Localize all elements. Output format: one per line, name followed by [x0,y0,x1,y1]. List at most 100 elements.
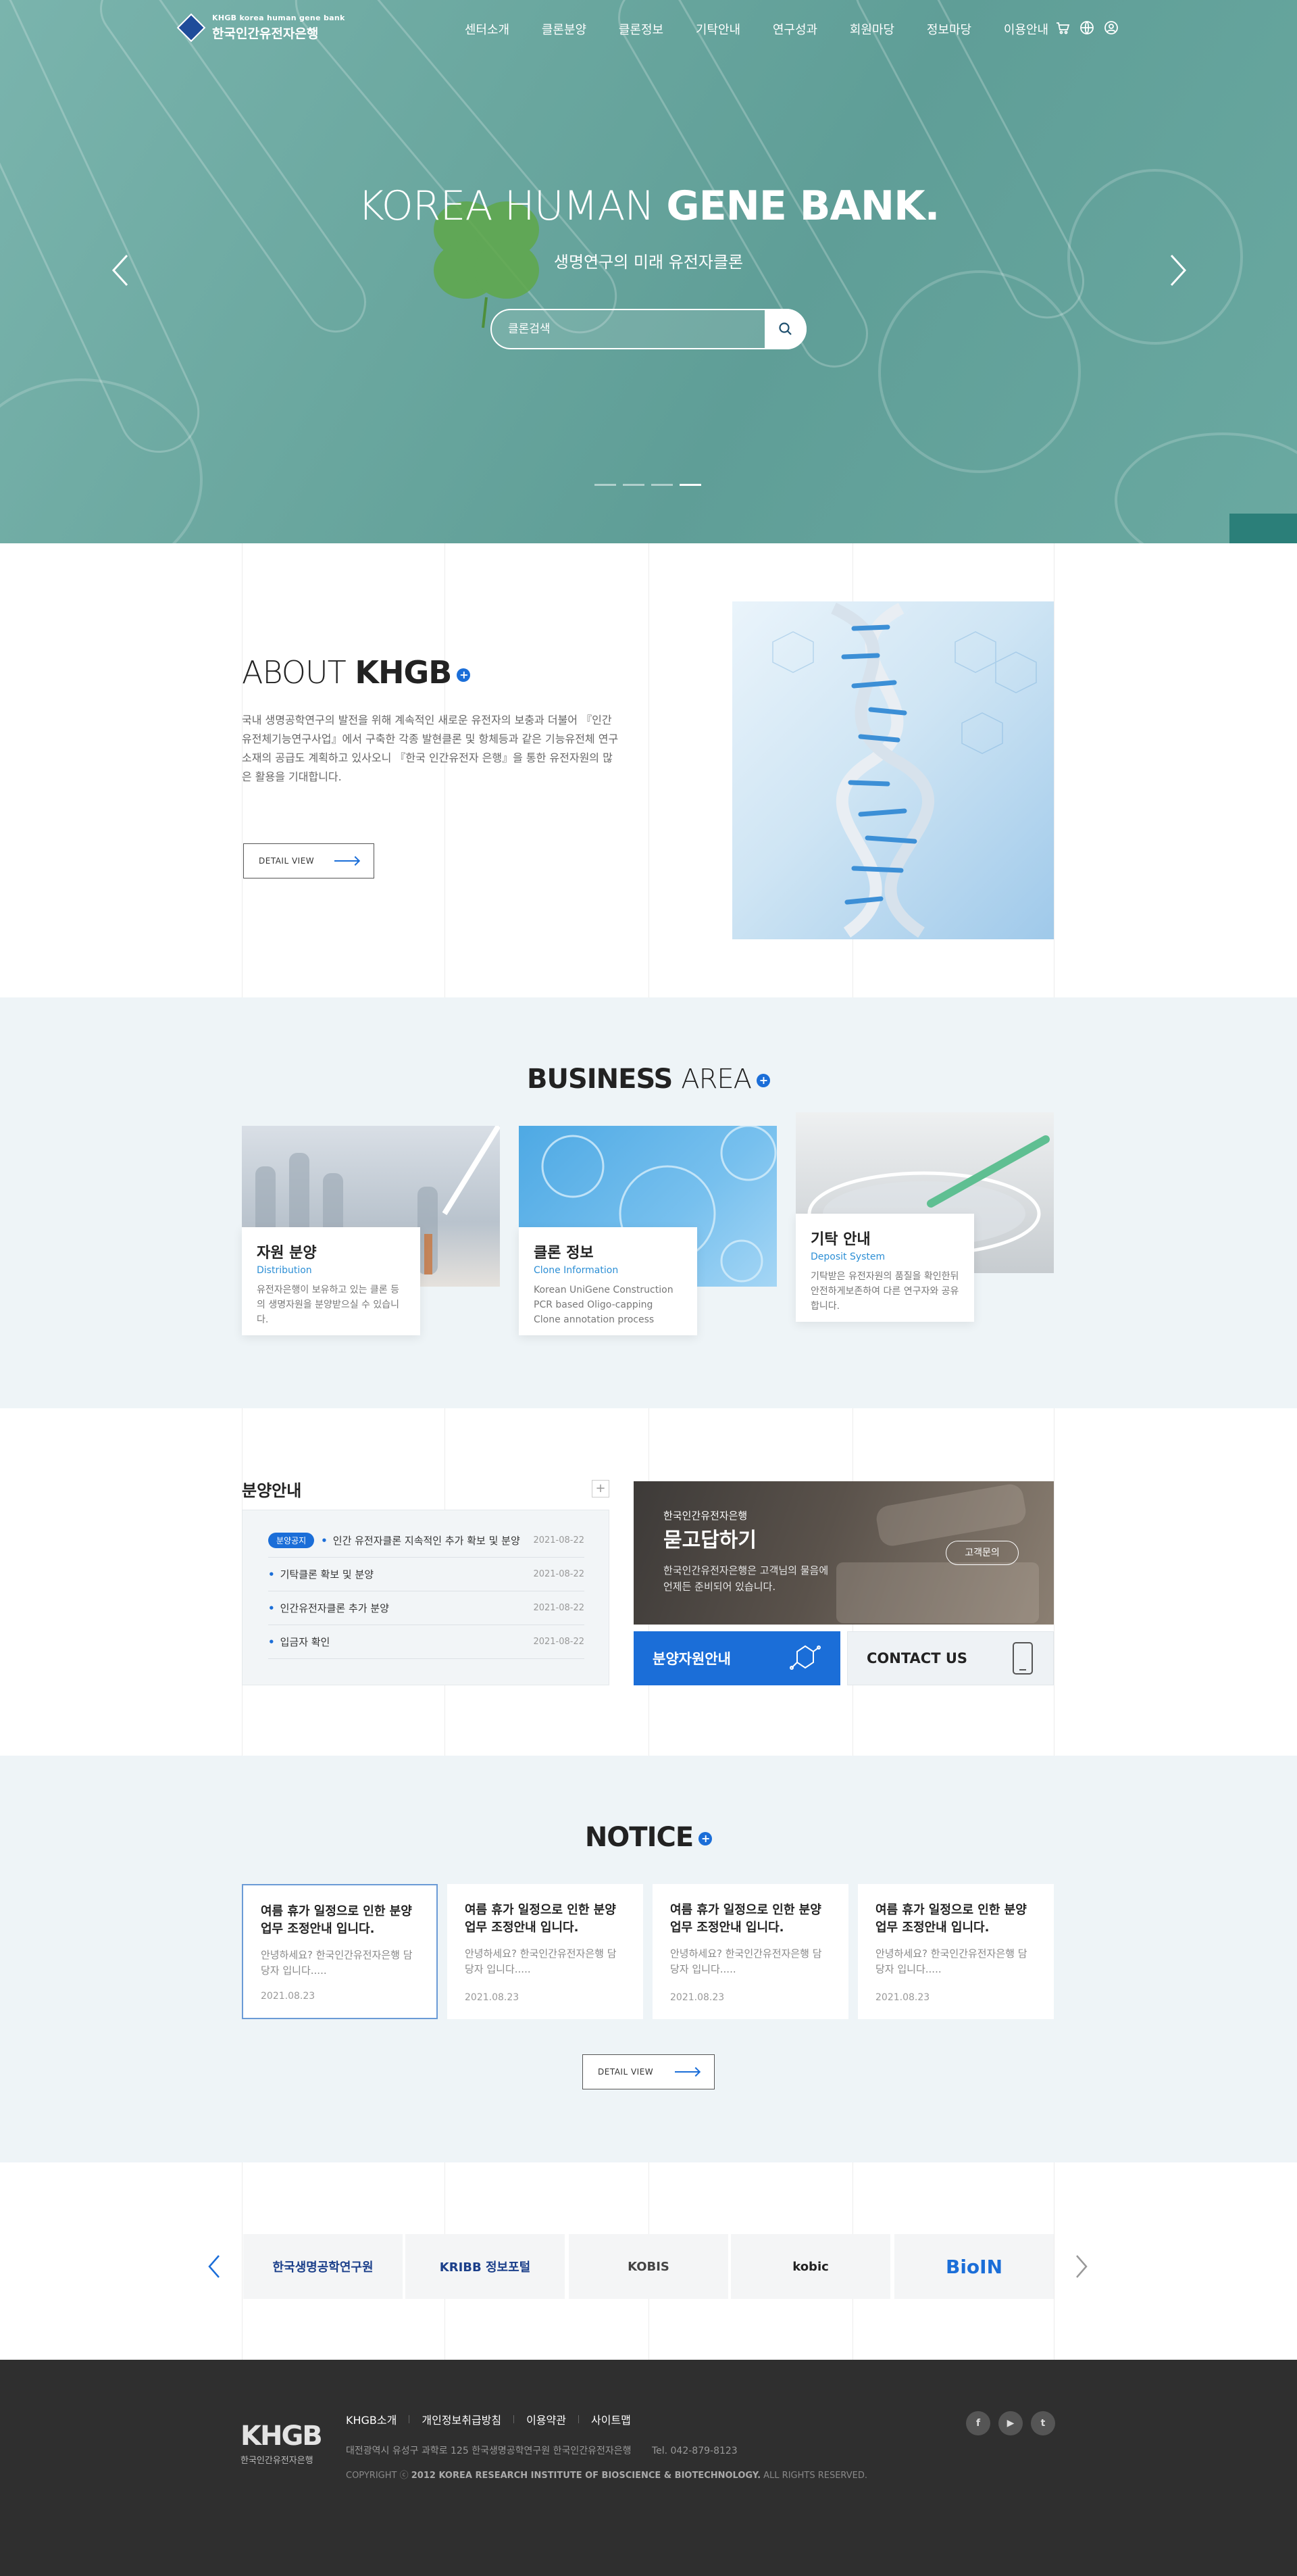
notice-card[interactable]: 여름 휴가 일정으로 인한 분양 업무 조정안내 입니다. 안녕하세요? 한국인… [653,1884,848,2019]
nav-item-info[interactable]: 정보마당 [911,20,988,38]
partner-logo[interactable]: KRIBB 정보포털 [405,2234,565,2299]
arrow-right-icon [675,2071,699,2073]
about-detail-label: DETAIL VIEW [259,856,315,866]
hero-dot-active[interactable] [680,484,701,486]
notice-card-date: 2021.08.23 [875,1992,930,2003]
business-area-section: BUSINESS AREA + 자원 분양 Distribution 유전자은행이… [0,997,1297,1408]
clone-search-input[interactable] [508,318,751,340]
nav-item-guide[interactable]: 이용안내 [988,20,1065,38]
hero-subtitle: 생명연구의 미래 유전자클론 [553,253,744,272]
footer-link-sitemap[interactable]: 사이트맵 [591,2411,631,2427]
hero-dot[interactable] [623,484,644,486]
footer-link-about[interactable]: KHGB소개 [346,2411,397,2427]
notice-card[interactable]: 여름 휴가 일정으로 인한 분양 업무 조정안내 입니다. 안녕하세요? 한국인… [242,1884,438,2019]
partner-logo[interactable]: KOBIS [569,2234,728,2299]
clone-search [490,309,807,349]
business-title-bold: BUSINESS [526,1064,673,1095]
arrow-right-icon [334,860,359,862]
nav-item-clone-info[interactable]: 클론정보 [603,20,680,38]
notice-detail-button[interactable]: DETAIL VIEW [582,2054,715,2089]
notice-card-date: 2021.08.23 [261,1991,315,2002]
site-logo[interactable]: KHGB korea human gene bank 한국인간유전자은행 [176,13,345,43]
partner-logo[interactable]: 한국생명공학연구원 [243,2234,403,2299]
contact-us-tile[interactable]: CONTACT US [847,1631,1054,1685]
dna-image [732,601,1054,939]
phone-icon [1013,1642,1033,1675]
about-title-light: ABOUT [242,654,347,691]
footer-link-privacy[interactable]: 개인정보취급방침 [422,2411,501,2427]
notice-title: NOTICE + [0,1822,1297,1853]
logo-subtitle: KHGB korea human gene bank [212,14,345,22]
notice-card[interactable]: 여름 휴가 일정으로 인한 분양 업무 조정안내 입니다. 안녕하세요? 한국인… [858,1884,1054,2019]
distribution-list: 분양공지 • 인간 유전자클론 지속적인 추가 확보 및 분양 2021-08-2… [242,1510,609,1685]
partner-next-arrow-icon[interactable] [1074,2253,1089,2280]
hero-pagination [594,484,701,486]
footer-logo-subtitle: 한국인간유전자은행 [240,2456,313,2466]
footer-logo: KHGB 한국인간유전자은행 [240,2421,323,2466]
list-item-date: 2021-08-22 [533,1637,584,1647]
hero-corner-tab [1229,514,1297,543]
business-title: BUSINESS AREA + [0,1064,1297,1095]
customer-inquiry-button[interactable]: 고객문의 [946,1541,1019,1565]
twitter-icon[interactable]: t [1031,2411,1055,2435]
plus-icon: + [757,1074,770,1087]
qna-desc-line: 한국인간유전자은행은 고객님의 물음에 [663,1564,829,1577]
distribution-title: 분양안내 [242,1481,302,1500]
list-item[interactable]: • 입금자 확인 2021-08-22 [268,1625,584,1659]
logo-title: 한국인간유전자은행 [212,26,319,41]
distribution-more-button[interactable]: + [592,1480,609,1497]
nav-item-clone-distribution[interactable]: 클론분양 [526,20,603,38]
logo-mark-icon [176,13,206,43]
notice-card-desc: 안녕하세요? 한국인간유전자은행 담당자 입니다..... [465,1948,617,1975]
notice-card-date: 2021.08.23 [465,1992,519,2003]
list-item-date: 2021-08-22 [533,1535,584,1545]
list-item[interactable]: • 기탁클론 확보 및 분양 2021-08-22 [268,1558,584,1591]
nav-item-center[interactable]: 센터소개 [449,20,526,38]
hero-next-arrow-icon[interactable] [1165,250,1192,291]
footer-links: KHGB소개 개인정보취급방침 이용약관 사이트맵 [346,2411,631,2427]
nav-item-deposit[interactable]: 기탁안내 [680,20,757,38]
hero-dot[interactable] [594,484,616,486]
about-description: 국내 생명공학연구의 발전을 위해 계속적인 새로운 유전자의 보충과 더불어 … [242,714,619,783]
cart-icon[interactable] [1055,20,1070,35]
nav-item-research[interactable]: 연구성과 [757,20,834,38]
footer-link-terms[interactable]: 이용약관 [526,2411,566,2427]
plus-icon: + [698,1832,713,1846]
qna-desc-line: 언제든 준비되어 있습니다. [663,1581,776,1593]
footer-tel: Tel. 042-879-8123 [651,2446,738,2456]
business-title-light: AREA [681,1064,752,1095]
qna-description: 한국인간유전자은행은 고객님의 물음에 언제든 준비되어 있습니다. [663,1562,828,1595]
notice-card-title: 여름 휴가 일정으로 인한 분양 업무 조정안내 입니다. [670,1903,821,1935]
business-card-title: 클론 정보 [534,1245,594,1262]
partner-logo[interactable]: kobic [731,2234,890,2299]
notice-section: NOTICE + [0,1756,1297,2162]
nav-item-members[interactable]: 회원마당 [834,20,911,38]
copyright-prefix: COPYRIGHT ⓒ [346,2471,409,2481]
facebook-icon[interactable]: f [966,2411,990,2435]
notice-card[interactable]: 여름 휴가 일정으로 인한 분양 업무 조정안내 입니다. 안녕하세요? 한국인… [447,1884,643,2019]
list-item[interactable]: 분양공지 • 인간 유전자클론 지속적인 추가 확보 및 분양 2021-08-2… [268,1524,584,1558]
business-card-clone-info[interactable]: 클론 정보 Clone Information Korean UniGene C… [519,1227,697,1335]
hero-prev-arrow-icon[interactable] [107,250,134,291]
business-card-deposit[interactable]: 기탁 안내 Deposit System 기탁받은 유전자원의 품질을 확인한뒤… [796,1214,974,1322]
list-item[interactable]: • 인간유전자클론 추가 분양 2021-08-22 [268,1591,584,1625]
partner-prev-arrow-icon[interactable] [207,2253,222,2280]
partner-logo[interactable]: BioIN [894,2234,1054,2299]
hero-banner: KHGB korea human gene bank 한국인간유전자은행 센터소… [0,0,1297,543]
youtube-icon[interactable]: ▶ [998,2411,1023,2435]
business-card-distribution[interactable]: 자원 분양 Distribution 유전자은행이 보유하고 있는 클론 등의 … [242,1227,420,1335]
globe-icon[interactable] [1079,20,1094,35]
search-button[interactable] [765,309,807,349]
resource-guide-tile[interactable]: 분양자원안내 [634,1631,840,1685]
about-title: ABOUT KHGB + [242,654,471,691]
search-icon [779,322,792,335]
molecule-icon [790,1645,821,1670]
footer-logo-text: KHGB [240,2421,323,2452]
notice-title-text: NOTICE [584,1822,694,1853]
list-item-date: 2021-08-22 [533,1569,584,1579]
notice-card-desc: 안녕하세요? 한국인간유전자은행 담당자 입니다..... [261,1949,413,1977]
list-item-text: 기탁클론 확보 및 분양 [280,1568,374,1581]
user-icon[interactable] [1104,20,1119,35]
hero-dot[interactable] [651,484,673,486]
about-detail-button[interactable]: DETAIL VIEW [243,843,374,878]
